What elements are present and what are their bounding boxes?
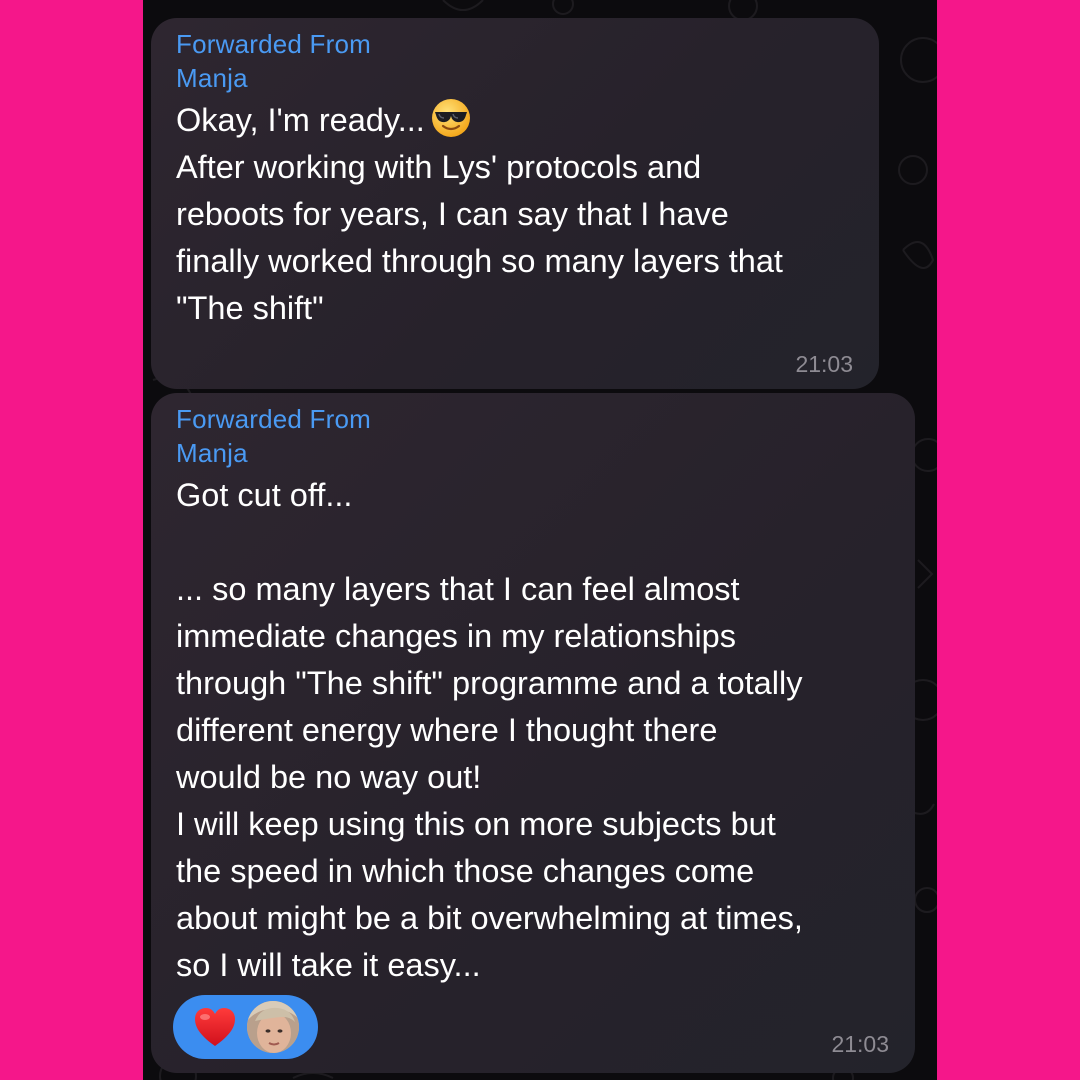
- message-timestamp: 21:03: [795, 351, 853, 377]
- forwarded-sender-name[interactable]: Manja: [176, 61, 371, 95]
- user-avatar-icon: [247, 1001, 299, 1053]
- forwarded-header[interactable]: Forwarded From Manja: [176, 402, 371, 470]
- reaction-pill[interactable]: [173, 995, 318, 1059]
- message-timestamp: 21:03: [831, 1031, 889, 1057]
- forwarded-label: Forwarded From: [176, 404, 371, 434]
- smiling-face-with-sunglasses-icon: [431, 99, 470, 137]
- forwarded-label: Forwarded From: [176, 29, 371, 59]
- forwarded-sender-name[interactable]: Manja: [176, 436, 371, 470]
- forwarded-header[interactable]: Forwarded From Manja: [176, 27, 371, 95]
- message-body: Got cut off... ... so many layers that I…: [176, 477, 803, 983]
- message-first-line: Okay, I'm ready...: [176, 102, 425, 138]
- message-text: Okay, I'm ready... After working with Ly…: [176, 97, 859, 332]
- reactor-avatar: [247, 1001, 299, 1053]
- chat-screen: Forwarded From Manja Okay, I'm ready... …: [143, 0, 937, 1080]
- red-heart-icon: [195, 1008, 235, 1046]
- message-bubble-2[interactable]: Forwarded From Manja Got cut off... ... …: [151, 393, 915, 1073]
- message-body: After working with Lys' protocols and re…: [176, 149, 783, 326]
- message-bubble-1[interactable]: Forwarded From Manja Okay, I'm ready... …: [151, 18, 879, 389]
